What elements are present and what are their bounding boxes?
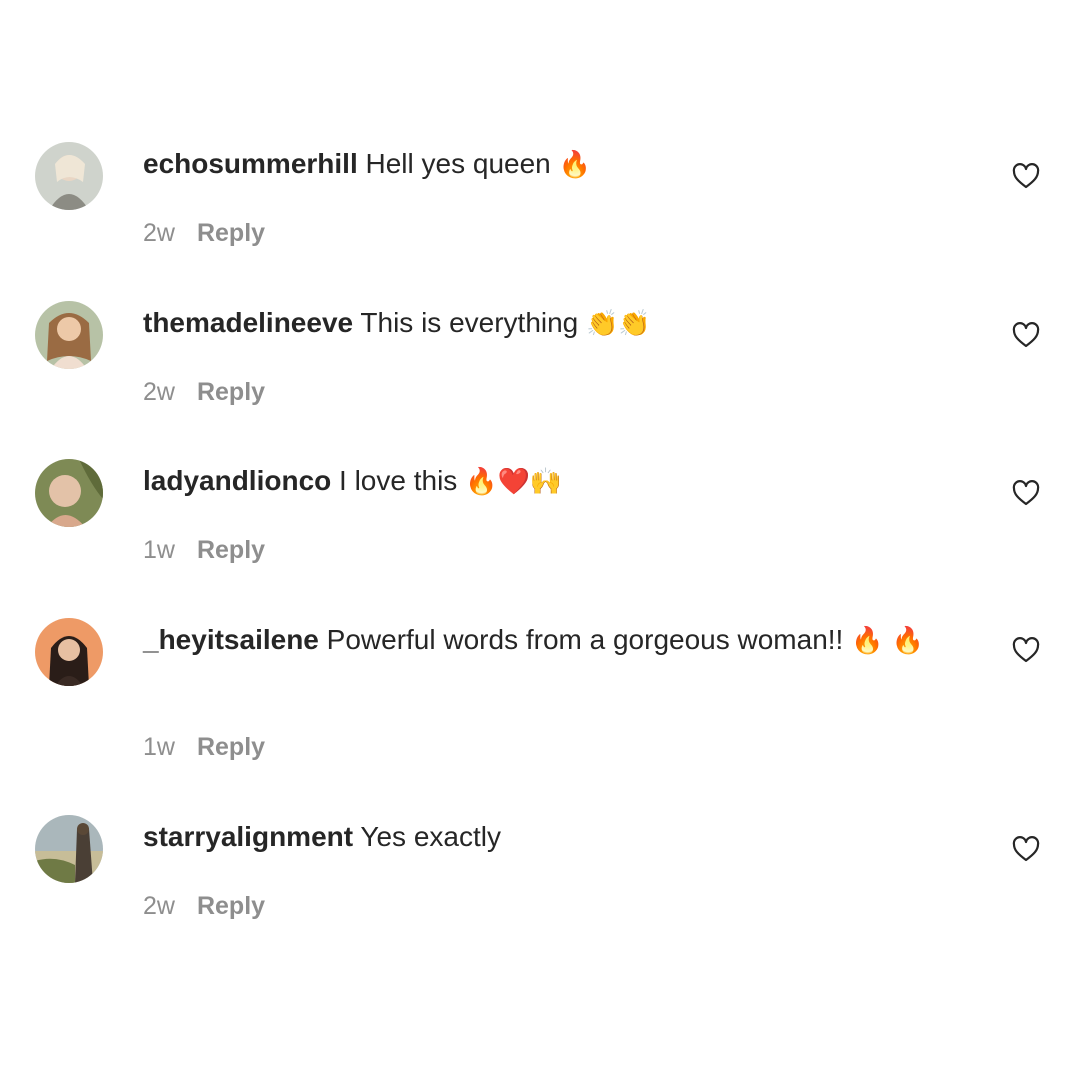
- like-button[interactable]: [1012, 322, 1040, 348]
- comment-message: I love this: [339, 465, 458, 496]
- avatar[interactable]: [35, 459, 103, 527]
- comment-timestamp: 2w: [143, 219, 175, 247]
- comment-text: ladyandlionco I love this 🔥❤️🙌: [143, 462, 973, 501]
- avatar[interactable]: [35, 301, 103, 369]
- comment-meta: 2w Reply: [143, 891, 265, 921]
- comment-emoji: 🔥❤️🙌: [465, 467, 563, 497]
- heart-outline-icon: [1012, 163, 1040, 189]
- reply-button[interactable]: Reply: [197, 733, 265, 761]
- reply-button[interactable]: Reply: [197, 219, 265, 247]
- heart-outline-icon: [1012, 637, 1040, 663]
- like-button[interactable]: [1012, 480, 1040, 506]
- comment-emoji: 🔥: [558, 150, 591, 180]
- comment-text: starryalignment Yes exactly: [143, 818, 973, 857]
- reply-button[interactable]: Reply: [197, 378, 265, 406]
- comment-timestamp: 1w: [143, 536, 175, 564]
- heart-outline-icon: [1012, 836, 1040, 862]
- avatar[interactable]: [35, 815, 103, 883]
- comment-timestamp: 1w: [143, 733, 175, 761]
- avatar[interactable]: [35, 142, 103, 210]
- comment-username[interactable]: _heyitsailene: [143, 624, 319, 655]
- comment-username[interactable]: themadelineeve: [143, 307, 353, 338]
- heart-outline-icon: [1012, 480, 1040, 506]
- comment-username[interactable]: ladyandlionco: [143, 465, 331, 496]
- reply-button[interactable]: Reply: [197, 536, 265, 564]
- comment-meta: 1w Reply: [143, 535, 265, 565]
- comment-meta: 1w Reply: [143, 732, 265, 762]
- comment-username[interactable]: starryalignment: [143, 821, 353, 852]
- comment-text: _heyitsailene Powerful words from a gorg…: [143, 621, 973, 660]
- comment-text: themadelineeve This is everything 👏👏: [143, 304, 973, 343]
- comment-message: Hell yes queen: [365, 148, 551, 179]
- comment-message: Yes exactly: [360, 821, 501, 852]
- comment-meta: 2w Reply: [143, 218, 265, 248]
- comment-message: This is everything: [360, 307, 579, 338]
- comment-message: Powerful words from a gorgeous woman!!: [326, 624, 844, 655]
- reply-button[interactable]: Reply: [197, 892, 265, 920]
- comment-emoji: 🔥 🔥: [851, 626, 925, 656]
- heart-outline-icon: [1012, 322, 1040, 348]
- comment-list: echosummerhill Hell yes queen 🔥 2w Reply …: [0, 0, 1080, 1080]
- like-button[interactable]: [1012, 637, 1040, 663]
- like-button[interactable]: [1012, 836, 1040, 862]
- comment-username[interactable]: echosummerhill: [143, 148, 358, 179]
- comment-timestamp: 2w: [143, 378, 175, 406]
- comment-emoji: 👏👏: [586, 309, 651, 339]
- avatar[interactable]: [35, 618, 103, 686]
- comment-text: echosummerhill Hell yes queen 🔥: [143, 145, 973, 184]
- comment-meta: 2w Reply: [143, 377, 265, 407]
- like-button[interactable]: [1012, 163, 1040, 189]
- comment-timestamp: 2w: [143, 892, 175, 920]
